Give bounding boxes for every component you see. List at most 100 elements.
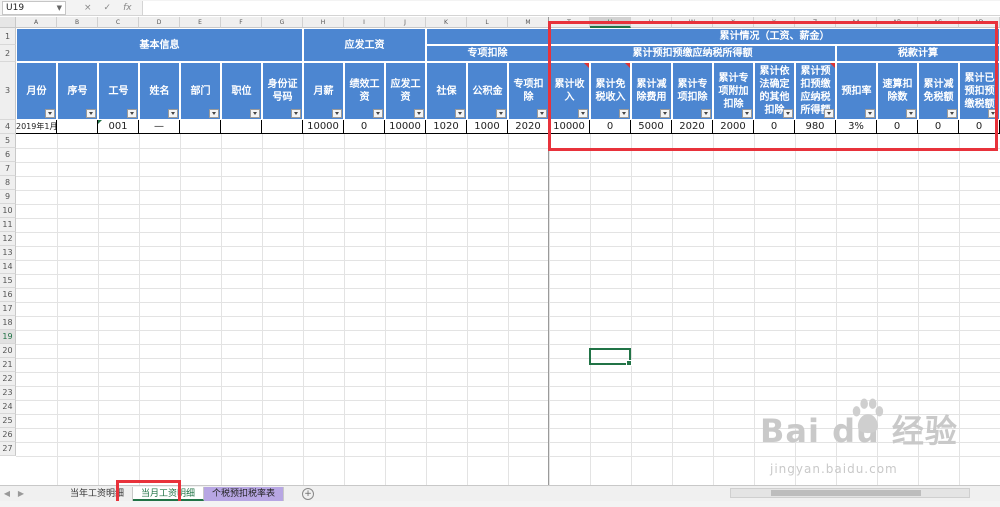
row-header[interactable]: 4 [0,120,16,134]
filter-dropdown-icon[interactable] [414,109,424,118]
filter-dropdown-icon[interactable] [86,109,96,118]
column-header[interactable]: K [426,17,467,28]
data-cell[interactable] [180,120,221,134]
enter-icon[interactable]: ✓ [104,3,112,13]
filter-dropdown-icon[interactable] [209,109,219,118]
chevron-down-icon[interactable]: ▼ [57,2,62,14]
column-title-text: 公积金 [472,85,503,97]
column-title-text: 工号 [108,85,129,97]
filter-dropdown-icon[interactable] [168,109,178,118]
row-header[interactable]: 9 [0,190,16,204]
column-header[interactable]: B [57,17,98,28]
highlight-box-cumulative [548,21,998,151]
row-header[interactable]: 22 [0,372,16,386]
filter-dropdown-icon[interactable] [250,109,260,118]
horizontal-scrollbar[interactable] [730,488,970,498]
row-header[interactable]: 2 [0,45,16,62]
row-header[interactable]: 24 [0,400,16,414]
cancel-icon[interactable]: × [84,3,92,13]
group-header-gross-wage: 应发工资 [303,28,426,62]
row-header[interactable]: 26 [0,428,16,442]
column-header[interactable]: E [180,17,221,28]
group-header-blank [426,28,549,45]
row-header[interactable]: 25 [0,414,16,428]
data-cell[interactable]: 10000 [303,120,344,134]
group-header-basic-info: 基本信息 [16,28,303,62]
column-header[interactable]: C [98,17,139,28]
name-box[interactable]: U19 ▼ [2,0,66,15]
row-header[interactable]: 27 [0,442,16,456]
data-cell[interactable] [262,120,303,134]
add-sheet-icon[interactable]: + [302,487,315,500]
column-header[interactable]: L [467,17,508,28]
data-cell[interactable]: 001 [98,120,139,134]
column-header[interactable]: D [139,17,180,28]
row-header[interactable]: 6 [0,148,16,162]
filter-dropdown-icon[interactable] [332,109,342,118]
column-header[interactable]: G [262,17,303,28]
data-cell[interactable]: 2020 [508,120,549,134]
gridline [57,134,58,485]
column-title-text: 身份证号码 [267,79,298,103]
row-header[interactable]: 15 [0,274,16,288]
row-header[interactable]: 16 [0,288,16,302]
select-all-corner[interactable] [0,17,16,28]
active-cell-selection[interactable] [589,348,632,366]
row-header[interactable]: 12 [0,232,16,246]
tab-tax-rate-table[interactable]: 个税预扣税率表 [204,486,285,501]
gridline [754,134,755,485]
column-header[interactable]: H [303,17,344,28]
data-cell[interactable] [221,120,262,134]
column-title: 绩效工资 [344,62,385,120]
filter-dropdown-icon[interactable] [127,109,137,118]
data-cell[interactable]: 2019年1月 [16,120,57,134]
filter-dropdown-icon[interactable] [537,109,547,118]
row-header[interactable]: 11 [0,218,16,232]
filter-dropdown-icon[interactable] [496,109,506,118]
column-title-text: 绩效工资 [349,79,380,103]
tab-prev-icon[interactable]: ◀ [0,489,14,498]
fx-icon[interactable]: fx [123,3,132,13]
filter-dropdown-icon[interactable] [373,109,383,118]
row-header[interactable]: 19 [0,330,16,344]
gridline [139,134,140,485]
tab-next-icon[interactable]: ▶ [14,489,28,498]
row-header[interactable]: 7 [0,162,16,176]
row-header[interactable]: 13 [0,246,16,260]
filter-dropdown-icon[interactable] [45,109,55,118]
gridline [549,134,550,485]
data-cell[interactable]: — [139,120,180,134]
row-header[interactable]: 10 [0,204,16,218]
data-cell[interactable]: 1000 [467,120,508,134]
data-cell[interactable]: 1020 [426,120,467,134]
row-header[interactable]: 21 [0,358,16,372]
column-header[interactable]: J [385,17,426,28]
data-cell[interactable]: 10000 [385,120,426,134]
row-header[interactable]: 14 [0,260,16,274]
formula-icons: × ✓ fx [84,3,132,13]
row-header[interactable]: 8 [0,176,16,190]
row-header[interactable]: 17 [0,302,16,316]
data-cell[interactable] [57,120,98,134]
gridline [590,134,591,485]
column-header[interactable]: F [221,17,262,28]
row-header[interactable]: 18 [0,316,16,330]
row-header[interactable]: 3 [0,62,16,120]
scroll-thumb[interactable] [771,490,921,496]
formula-input[interactable] [141,0,1000,15]
column-header[interactable]: M [508,17,549,28]
data-cell[interactable]: 0 [344,120,385,134]
column-title-text: 月份 [26,85,47,97]
column-title: 专项扣除 [508,62,549,120]
row-header[interactable]: 23 [0,386,16,400]
filter-dropdown-icon[interactable] [291,109,301,118]
column-header[interactable]: A [16,17,57,28]
row-header[interactable]: 1 [0,28,16,45]
column-title-text: 职位 [231,85,252,97]
filter-dropdown-icon[interactable] [455,109,465,118]
baidu-watermark: Bai du 经验 jingyan.baidu.com [760,398,990,488]
column-header[interactable]: I [344,17,385,28]
gridline [467,134,468,485]
row-header[interactable]: 5 [0,134,16,148]
row-header[interactable]: 20 [0,344,16,358]
